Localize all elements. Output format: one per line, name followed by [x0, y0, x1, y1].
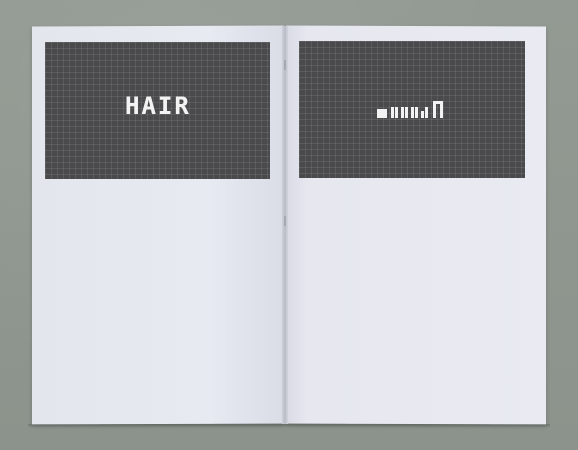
booklet-shadow — [28, 424, 550, 428]
pixel-glyphs-icon — [377, 97, 447, 121]
open-booklet: HAIR — [28, 25, 550, 428]
hair-title: HAIR — [125, 92, 191, 120]
staple-bottom — [284, 216, 286, 226]
staple-top — [284, 60, 286, 70]
right-grid-panel — [299, 41, 525, 178]
left-grid-panel: HAIR — [45, 42, 270, 179]
photo-background: HAIR — [0, 0, 578, 450]
